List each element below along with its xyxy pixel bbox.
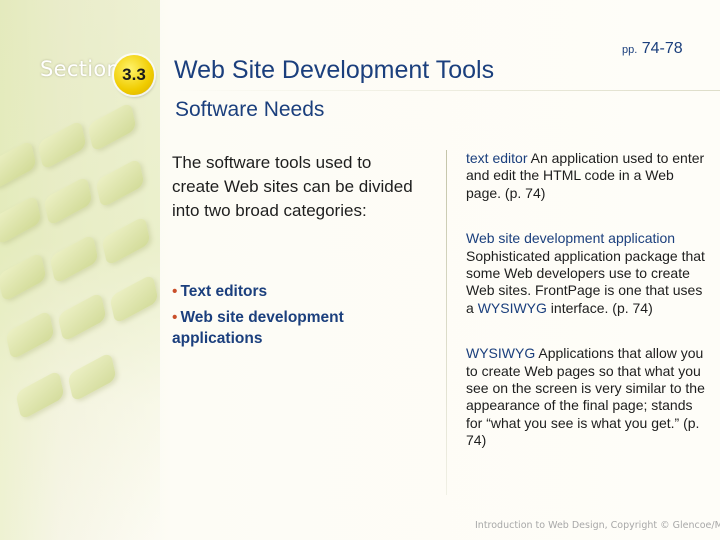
definition-body-end: interface. (p. 74) xyxy=(546,299,653,316)
definition-text-editor: text editor An application used to enter… xyxy=(466,150,706,202)
list-item: • Text editors xyxy=(172,281,432,302)
list-item: • Web site development applications xyxy=(172,307,432,349)
column-divider xyxy=(446,150,447,495)
slide: Section 3.3 Web Site Development Tools p… xyxy=(0,0,720,540)
list-item-text: Web site development applications xyxy=(172,309,344,347)
copyright-footer: Introduction to Web Design, Copyright © … xyxy=(475,520,720,531)
definition-term: text editor xyxy=(466,150,528,166)
definitions-panel: text editor An application used to enter… xyxy=(466,150,706,478)
subtitle: Software Needs xyxy=(175,98,325,121)
pages-range: 74-78 xyxy=(641,40,683,57)
highlighted-term: WYSIWYG xyxy=(477,299,547,316)
section-number-badge: 3.3 xyxy=(114,55,154,95)
page-title: Web Site Development Tools xyxy=(174,56,495,84)
header-divider xyxy=(170,90,720,91)
lead-paragraph: The software tools used to create Web si… xyxy=(172,153,413,220)
definition-wysiwyg: WYSIWYG Applications that allow you to c… xyxy=(466,345,706,449)
definition-term: WYSIWYG xyxy=(466,345,536,362)
section-label: Section xyxy=(40,57,121,81)
list-item-text: Text editors xyxy=(180,283,268,300)
definition-web-site-development-application: Web site development application Sophist… xyxy=(466,230,706,317)
bullet-marker: • xyxy=(172,283,178,300)
definition-term: Web site development application xyxy=(466,230,676,247)
bullet-marker: • xyxy=(172,309,178,326)
section-number: 3.3 xyxy=(122,65,146,84)
page-reference: pp. 74-78 xyxy=(622,40,683,58)
pages-prefix: pp. xyxy=(622,44,638,56)
category-list: • Text editors • Web site development appl… xyxy=(172,281,432,354)
